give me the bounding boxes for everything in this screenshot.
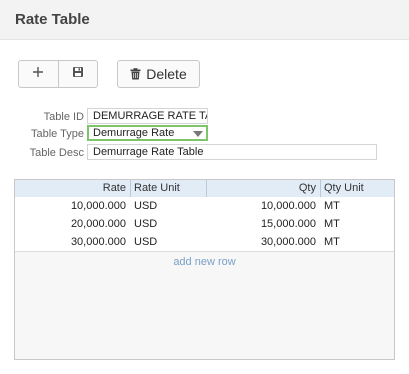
cell-qty[interactable]: 10,000.000	[206, 197, 320, 215]
table-row[interactable]: 20,000.000 USD 15,000.000 MT	[15, 215, 394, 234]
rate-grid: Rate Rate Unit Qty Qty Unit 10,000.000 U…	[14, 179, 395, 360]
cell-rate-unit[interactable]: USD	[130, 215, 206, 233]
table-desc-label: Table Desc	[29, 147, 84, 159]
cell-qty[interactable]: 15,000.000	[206, 215, 320, 233]
cell-qty-unit[interactable]: MT	[320, 233, 394, 251]
table-type-value: Demurrage Rate	[93, 127, 175, 139]
floppy-disk-icon	[72, 65, 84, 83]
trash-icon	[130, 68, 141, 80]
table-desc-field[interactable]: Demurrage Rate Table	[87, 144, 377, 160]
delete-label: Delete	[146, 66, 187, 82]
table-type-select[interactable]: Demurrage Rate	[87, 125, 208, 141]
table-row[interactable]: 10,000.000 USD 10,000.000 MT	[15, 197, 394, 216]
column-header-rate-unit[interactable]: Rate Unit	[130, 180, 206, 197]
plus-icon	[32, 65, 44, 83]
page-header: Rate Table	[0, 0, 409, 40]
table-type-label: Table Type	[30, 128, 84, 140]
table-row[interactable]: 30,000.000 USD 30,000.000 MT	[15, 233, 394, 252]
add-button[interactable]	[19, 61, 58, 87]
cell-rate[interactable]: 30,000.000	[15, 233, 130, 251]
table-id-label: Table ID	[43, 111, 84, 123]
column-header-rate[interactable]: Rate	[15, 180, 130, 197]
cell-rate[interactable]: 20,000.000	[15, 215, 130, 233]
save-button[interactable]	[57, 61, 98, 87]
cell-rate[interactable]: 10,000.000	[15, 197, 130, 215]
toolbar-button-group	[18, 60, 98, 88]
chevron-down-icon[interactable]	[193, 131, 203, 137]
add-new-row-link[interactable]: add new row	[15, 256, 394, 268]
cell-rate-unit[interactable]: USD	[130, 233, 206, 251]
column-header-qty-unit[interactable]: Qty Unit	[320, 180, 394, 197]
cell-qty-unit[interactable]: MT	[320, 197, 394, 215]
column-header-qty[interactable]: Qty	[206, 180, 320, 197]
cell-qty[interactable]: 30,000.000	[206, 233, 320, 251]
grid-header: Rate Rate Unit Qty Qty Unit	[15, 180, 394, 198]
page-title: Rate Table	[15, 11, 90, 28]
delete-button[interactable]: Delete	[117, 60, 200, 88]
table-id-field[interactable]: DEMURRAGE RATE TABLE	[87, 108, 208, 124]
cell-rate-unit[interactable]: USD	[130, 197, 206, 215]
cell-qty-unit[interactable]: MT	[320, 215, 394, 233]
